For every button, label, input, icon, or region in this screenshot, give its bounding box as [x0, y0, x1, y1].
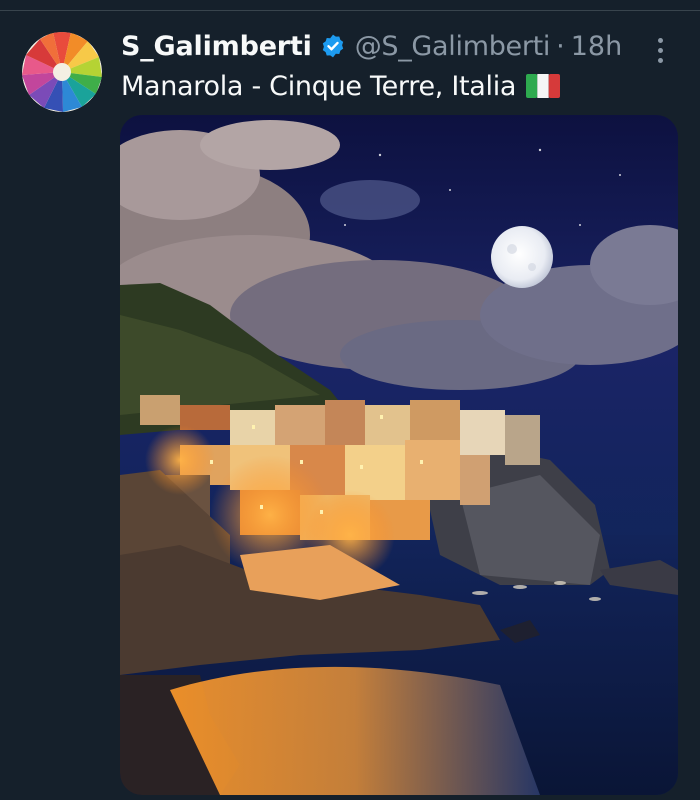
- top-divider: [0, 10, 700, 11]
- separator-dot: ·: [556, 30, 565, 62]
- more-options-icon[interactable]: [648, 33, 672, 67]
- display-name[interactable]: S_Galimberti: [121, 31, 312, 62]
- tweet-photo[interactable]: [120, 115, 678, 795]
- handle[interactable]: @S_Galimberti: [355, 31, 551, 62]
- tweet-text: Manarola - Cinque Terre, Italia: [121, 70, 517, 102]
- tweet-header: S_Galimberti @S_Galimberti · 18h: [121, 28, 622, 64]
- italy-flag-icon: [526, 74, 561, 98]
- avatar[interactable]: [22, 32, 102, 112]
- photo-manarola-night: [120, 115, 678, 795]
- verified-badge-icon: [320, 33, 346, 59]
- timestamp[interactable]: 18h: [571, 31, 622, 62]
- tweet-text-row: Manarola - Cinque Terre, Italia: [121, 66, 561, 106]
- pencils-avatar-icon: [22, 32, 102, 112]
